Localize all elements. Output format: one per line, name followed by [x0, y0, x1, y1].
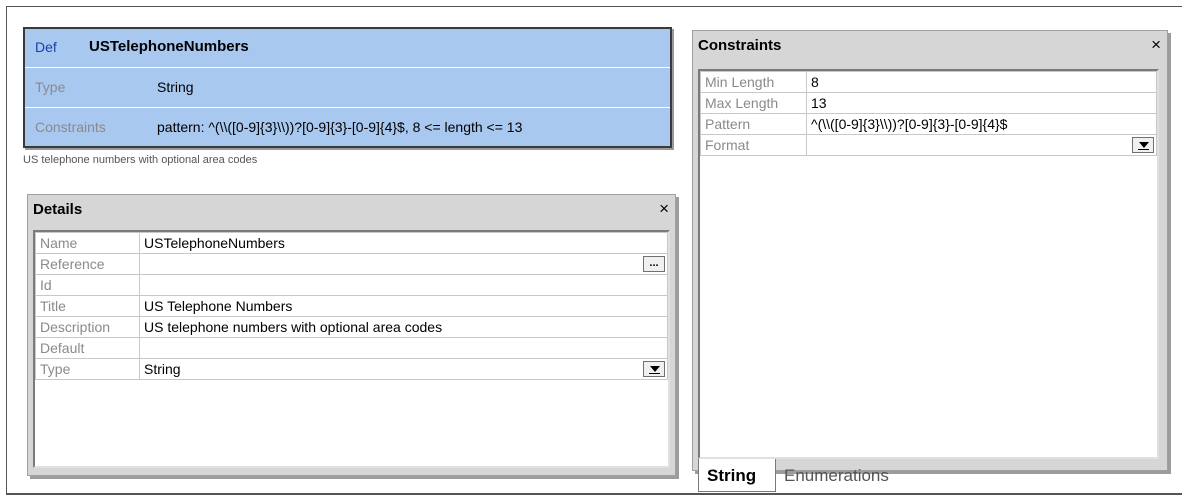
- details-title: Details: [33, 201, 83, 218]
- definition-name[interactable]: USTelephoneNumbers: [89, 38, 249, 55]
- dropdown-arrow-icon[interactable]: [1132, 137, 1154, 153]
- max-length-field[interactable]: 13: [806, 92, 1157, 114]
- definition-header: Def USTelephoneNumbers: [25, 29, 670, 68]
- property-label: Format: [700, 134, 807, 156]
- constraints-row-min-length[interactable]: Min Length 8: [700, 71, 1157, 93]
- property-label: Default: [35, 337, 140, 359]
- details-row-name[interactable]: Name USTelephoneNumbers: [35, 232, 668, 254]
- type-select[interactable]: String: [139, 358, 668, 380]
- constraints-row-max-length[interactable]: Max Length 13: [700, 92, 1157, 114]
- title-field[interactable]: US Telephone Numbers: [139, 295, 668, 317]
- tab-enumerations[interactable]: Enumerations: [776, 459, 897, 492]
- details-row-reference[interactable]: Reference ...: [35, 253, 668, 275]
- definition-constraints-row: Constraints pattern: ^(\\([0-9]{3}\\))?[…: [25, 109, 670, 147]
- def-keyword: Def: [35, 39, 57, 55]
- details-row-id[interactable]: Id: [35, 274, 668, 296]
- property-label: Max Length: [700, 92, 807, 114]
- property-label: Name: [35, 232, 140, 254]
- definition-constraints-label: Constraints: [35, 119, 106, 135]
- definition-constraints-value: pattern: ^(\\([0-9]{3}\\))?[0-9]{3}-[0-9…: [157, 119, 523, 135]
- min-length-field[interactable]: 8: [806, 71, 1157, 93]
- property-label: Id: [35, 274, 140, 296]
- pattern-field[interactable]: ^(\\([0-9]{3}\\))?[0-9]{3}-[0-9]{4}$: [806, 113, 1157, 135]
- format-select[interactable]: [806, 134, 1157, 156]
- constraints-close-icon[interactable]: ×: [1151, 35, 1161, 55]
- constraints-row-format[interactable]: Format: [700, 134, 1157, 156]
- details-panel: Details × Name USTelephoneNumbers Refere…: [27, 194, 676, 476]
- name-field[interactable]: USTelephoneNumbers: [139, 232, 668, 254]
- details-row-default[interactable]: Default: [35, 337, 668, 359]
- details-grid: Name USTelephoneNumbers Reference ... Id…: [33, 230, 670, 468]
- constraints-panel: Constraints × Min Length 8 Max Length 13…: [692, 30, 1168, 492]
- constraints-grid: Min Length 8 Max Length 13 Pattern ^(\\(…: [698, 69, 1159, 459]
- reference-field[interactable]: ...: [139, 253, 668, 275]
- property-label: Pattern: [700, 113, 807, 135]
- id-field[interactable]: [139, 274, 668, 296]
- default-field[interactable]: [139, 337, 668, 359]
- property-label: Description: [35, 316, 140, 338]
- property-label: Title: [35, 295, 140, 317]
- property-label: Reference: [35, 253, 140, 275]
- constraints-title: Constraints: [698, 37, 782, 54]
- constraints-row-pattern[interactable]: Pattern ^(\\([0-9]{3}\\))?[0-9]{3}-[0-9]…: [700, 113, 1157, 135]
- definition-type-row: Type String: [25, 69, 670, 108]
- description-field[interactable]: US telephone numbers with optional area …: [139, 316, 668, 338]
- definition-type-label: Type: [35, 79, 66, 95]
- reference-browse-button[interactable]: ...: [643, 256, 665, 272]
- details-row-type[interactable]: Type String: [35, 358, 668, 380]
- definition-description: US telephone numbers with optional area …: [23, 154, 258, 166]
- tab-string[interactable]: String: [698, 459, 776, 492]
- details-row-description[interactable]: Description US telephone numbers with op…: [35, 316, 668, 338]
- property-label: Min Length: [700, 71, 807, 93]
- details-close-icon[interactable]: ×: [659, 199, 669, 219]
- type-select-value: String: [144, 361, 181, 377]
- details-row-title[interactable]: Title US Telephone Numbers: [35, 295, 668, 317]
- definition-type-value: String: [157, 79, 194, 95]
- constraints-tab-strip: String Enumerations: [698, 459, 1159, 493]
- property-label: Type: [35, 358, 140, 380]
- definition-box[interactable]: Def USTelephoneNumbers Type String Const…: [23, 27, 672, 148]
- dropdown-arrow-icon[interactable]: [643, 361, 665, 377]
